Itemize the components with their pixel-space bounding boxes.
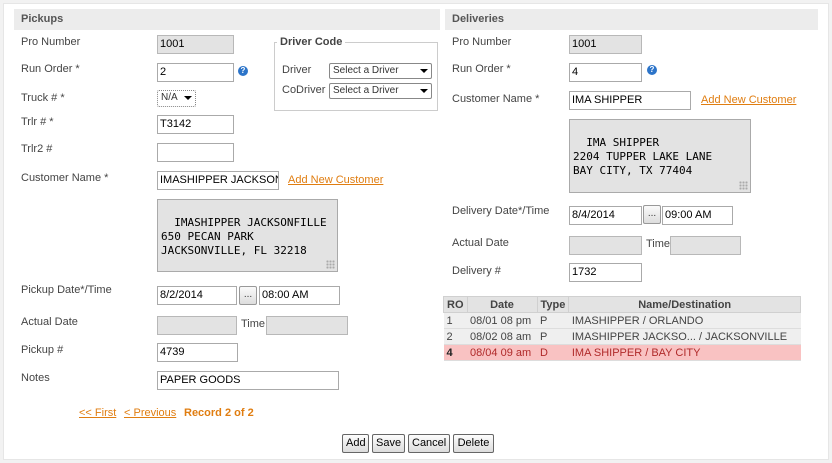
- cell-type: P: [537, 312, 569, 329]
- add-button[interactable]: Add: [342, 434, 369, 453]
- trlr-field[interactable]: T3142: [157, 115, 234, 134]
- help-icon[interactable]: ?: [647, 65, 657, 75]
- driver-label: Driver: [282, 64, 312, 76]
- delivery-time-label: Time: [646, 238, 671, 250]
- delivery-actual-time-field[interactable]: [670, 236, 741, 255]
- pickups-header: Pickups: [14, 9, 440, 30]
- column-header-ro[interactable]: RO: [443, 296, 468, 313]
- pickup-number-field[interactable]: 4739: [157, 343, 238, 362]
- notes-label: Notes: [21, 372, 50, 384]
- pickup-time-field[interactable]: 08:00 AM: [259, 286, 340, 305]
- delivery-pro-number-field[interactable]: 1001: [569, 35, 642, 54]
- record-indicator: Record 2 of 2: [184, 407, 254, 419]
- cell-ro: 4: [443, 344, 467, 361]
- cell-type: P: [537, 328, 569, 345]
- delivery-customer-label: Customer Name *: [452, 93, 540, 105]
- delivery-number-field[interactable]: 1732: [569, 263, 642, 282]
- driver-select[interactable]: Select a Driver: [329, 63, 432, 79]
- table-row[interactable]: 2 08/02 08 am P IMASHIPPER JACKSO... / J…: [443, 328, 801, 345]
- cancel-button[interactable]: Cancel: [408, 434, 450, 453]
- pickup-pro-number-field[interactable]: 1001: [157, 35, 234, 54]
- resize-grip-icon[interactable]: [739, 181, 748, 190]
- resize-grip-icon[interactable]: [326, 260, 335, 269]
- delivery-number-label: Delivery #: [452, 265, 501, 277]
- previous-record-link[interactable]: < Previous: [124, 407, 176, 419]
- chevron-down-icon: [184, 96, 192, 100]
- pickup-customer-label: Customer Name *: [21, 172, 109, 184]
- delivery-actual-date-field[interactable]: [569, 236, 642, 255]
- delivery-run-order-label: Run Order *: [452, 63, 511, 75]
- cell-date: 08/01 08 pm: [467, 312, 537, 329]
- delivery-customer-field[interactable]: IMA SHIPPER: [569, 91, 691, 110]
- cell-type: D: [537, 344, 569, 361]
- pickup-actual-date-label: Actual Date: [21, 316, 78, 328]
- pickup-actual-date-field[interactable]: [157, 316, 237, 335]
- pickup-run-order-label: Run Order *: [21, 63, 80, 75]
- table-row[interactable]: 1 08/01 08 pm P IMASHIPPER / ORLANDO: [443, 312, 801, 329]
- delete-button[interactable]: Delete: [453, 434, 494, 453]
- cell-name: IMASHIPPER JACKSO... / JACKSONVILLE: [568, 328, 801, 345]
- truck-select-value: N/A: [161, 92, 178, 103]
- delivery-add-customer-link[interactable]: Add New Customer: [701, 94, 796, 106]
- save-button[interactable]: Save: [372, 434, 405, 453]
- trlr-label: Trlr # *: [21, 116, 54, 128]
- cell-date: 08/04 09 am: [467, 344, 537, 361]
- chevron-down-icon: [420, 69, 428, 73]
- column-header-date[interactable]: Date: [466, 296, 538, 313]
- trlr2-field[interactable]: [157, 143, 234, 162]
- column-header-type[interactable]: Type: [536, 296, 570, 313]
- pickup-address-box[interactable]: IMASHIPPER JACKSONFILLE 650 PECAN PARK J…: [157, 199, 338, 272]
- chevron-down-icon: [420, 89, 428, 93]
- notes-field[interactable]: PAPER GOODS: [157, 371, 339, 390]
- cell-name: IMA SHIPPER / BAY CITY: [568, 344, 801, 361]
- help-icon[interactable]: ?: [238, 66, 248, 76]
- delivery-pro-number-label: Pro Number: [452, 36, 512, 48]
- table-row-selected[interactable]: 4 08/04 09 am D IMA SHIPPER / BAY CITY: [443, 344, 801, 361]
- cell-ro: 1: [443, 312, 467, 329]
- delivery-date-label: Delivery Date*/Time: [452, 205, 550, 217]
- delivery-run-order-field[interactable]: 4: [569, 63, 642, 82]
- cell-ro: 2: [443, 328, 467, 345]
- trlr2-label: Trlr2 #: [21, 143, 53, 155]
- delivery-actual-date-label: Actual Date: [452, 237, 509, 249]
- delivery-date-field[interactable]: 8/4/2014: [569, 206, 642, 225]
- pickup-pro-number-label: Pro Number: [21, 36, 81, 48]
- pickup-number-label: Pickup #: [21, 344, 64, 356]
- delivery-address-text: IMA SHIPPER 2204 TUPPER LAKE LANE BAY CI…: [573, 136, 713, 177]
- column-header-name[interactable]: Name/Destination: [568, 296, 801, 313]
- pickup-actual-time-field[interactable]: [266, 316, 348, 335]
- delivery-date-picker-button[interactable]: ...: [643, 205, 661, 224]
- pickup-add-customer-link[interactable]: Add New Customer: [288, 174, 383, 186]
- pickup-time-label: Time: [241, 318, 266, 330]
- delivery-address-box[interactable]: IMA SHIPPER 2204 TUPPER LAKE LANE BAY CI…: [569, 119, 751, 193]
- truck-label: Truck # *: [21, 92, 65, 104]
- driver-select-value: Select a Driver: [333, 65, 399, 76]
- truck-select[interactable]: N/A: [157, 90, 196, 107]
- pickup-date-field[interactable]: 8/2/2014: [157, 286, 237, 305]
- stops-table: RO Date Type Name/Destination 1 08/01 08…: [443, 296, 801, 361]
- pickup-date-label: Pickup Date*/Time: [21, 284, 112, 296]
- first-record-link[interactable]: << First: [79, 407, 116, 419]
- cell-date: 08/02 08 am: [467, 328, 537, 345]
- codriver-select-value: Select a Driver: [333, 85, 399, 96]
- driver-code-legend: Driver Code: [277, 36, 346, 48]
- codriver-label: CoDriver: [282, 84, 326, 96]
- pickup-customer-field[interactable]: IMASHIPPER JACKSONV: [157, 171, 279, 190]
- cell-name: IMASHIPPER / ORLANDO: [568, 312, 801, 329]
- pickup-date-picker-button[interactable]: ...: [239, 286, 257, 305]
- pickup-address-text: IMASHIPPER JACKSONFILLE 650 PECAN PARK J…: [161, 216, 327, 257]
- codriver-select[interactable]: Select a Driver: [329, 83, 432, 99]
- delivery-time-field[interactable]: 09:00 AM: [662, 206, 733, 225]
- pickup-run-order-field[interactable]: 2: [157, 63, 234, 82]
- deliveries-header: Deliveries: [445, 9, 818, 30]
- table-header-row: RO Date Type Name/Destination: [443, 296, 801, 313]
